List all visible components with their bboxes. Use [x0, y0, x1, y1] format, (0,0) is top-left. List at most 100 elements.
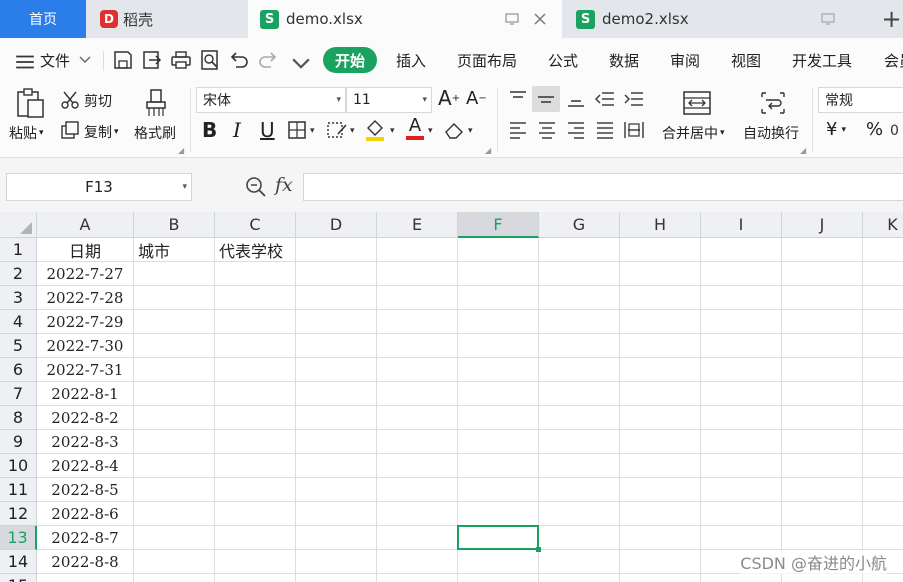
cell-k10[interactable]	[863, 454, 903, 478]
column-header-a[interactable]: A	[37, 212, 134, 238]
cell-f1[interactable]	[458, 238, 539, 262]
cell-a5[interactable]: 2022-7-30	[37, 334, 134, 358]
cell-b4[interactable]	[134, 310, 215, 334]
menu-view[interactable]: 视图	[731, 38, 761, 82]
cell-g10[interactable]	[539, 454, 620, 478]
underline-button[interactable]: U	[260, 118, 275, 142]
tab-demo2-xlsx[interactable]: S demo2.xlsx	[564, 0, 876, 38]
cell-j5[interactable]	[782, 334, 863, 358]
cell-f11[interactable]	[458, 478, 539, 502]
cell-d2[interactable]	[296, 262, 377, 286]
align-center-icon[interactable]	[537, 121, 557, 139]
cell-f12[interactable]	[458, 502, 539, 526]
cell-c15[interactable]	[215, 574, 296, 582]
cell-j2[interactable]	[782, 262, 863, 286]
increase-font-icon[interactable]: A +	[438, 86, 460, 110]
cell-b13[interactable]	[134, 526, 215, 550]
cell-j9[interactable]	[782, 430, 863, 454]
row-header-8[interactable]: 8	[0, 406, 37, 430]
cell-j1[interactable]	[782, 238, 863, 262]
cell-b3[interactable]	[134, 286, 215, 310]
cell-f15[interactable]	[458, 574, 539, 582]
cell-d10[interactable]	[296, 454, 377, 478]
cell-j15[interactable]	[782, 574, 863, 582]
cell-h4[interactable]	[620, 310, 701, 334]
cell-a6[interactable]: 2022-7-31	[37, 358, 134, 382]
cell-a7[interactable]: 2022-8-1	[37, 382, 134, 406]
cell-f6[interactable]	[458, 358, 539, 382]
cell-h13[interactable]	[620, 526, 701, 550]
border-icon[interactable]	[287, 120, 307, 140]
cell-a13[interactable]: 2022-8-7	[37, 526, 134, 550]
cell-e7[interactable]	[377, 382, 458, 406]
column-header-k[interactable]: K	[863, 212, 903, 238]
cut-button[interactable]: 剪切	[84, 91, 112, 111]
cell-h10[interactable]	[620, 454, 701, 478]
cell-f2[interactable]	[458, 262, 539, 286]
cell-c4[interactable]	[215, 310, 296, 334]
format-painter-button[interactable]: 格式刷	[134, 123, 176, 143]
cell-e11[interactable]	[377, 478, 458, 502]
undo-icon[interactable]	[228, 49, 250, 71]
cell-f9[interactable]	[458, 430, 539, 454]
select-all-corner[interactable]	[0, 212, 37, 238]
cell-g2[interactable]	[539, 262, 620, 286]
menu-page-layout[interactable]: 页面布局	[457, 38, 517, 82]
cell-h9[interactable]	[620, 430, 701, 454]
cell-b8[interactable]	[134, 406, 215, 430]
cell-f4[interactable]	[458, 310, 539, 334]
align-middle-button[interactable]	[532, 86, 560, 112]
cell-a9[interactable]: 2022-8-3	[37, 430, 134, 454]
cell-i4[interactable]	[701, 310, 782, 334]
decrease-font-icon[interactable]: A −	[466, 88, 487, 109]
cell-i12[interactable]	[701, 502, 782, 526]
column-header-i[interactable]: I	[701, 212, 782, 238]
cell-a4[interactable]: 2022-7-29	[37, 310, 134, 334]
cell-i6[interactable]	[701, 358, 782, 382]
cell-style-icon[interactable]	[326, 120, 348, 140]
row-header-15[interactable]: 15	[0, 574, 37, 582]
cell-g14[interactable]	[539, 550, 620, 574]
cell-a1[interactable]: 日期	[37, 238, 134, 262]
merge-center-button[interactable]: 合并居中 ▾	[662, 123, 725, 143]
cell-d6[interactable]	[296, 358, 377, 382]
row-header-3[interactable]: 3	[0, 286, 37, 310]
tab-draft[interactable]: D 稻壳	[88, 0, 248, 38]
export-icon[interactable]	[141, 49, 163, 71]
group-launcher-icon[interactable]: ◢	[485, 146, 491, 155]
cell-d4[interactable]	[296, 310, 377, 334]
cell-f10[interactable]	[458, 454, 539, 478]
wrap-text-button[interactable]: 自动换行	[743, 123, 799, 143]
cell-b15[interactable]	[134, 574, 215, 582]
cell-h1[interactable]	[620, 238, 701, 262]
cell-a12[interactable]: 2022-8-6	[37, 502, 134, 526]
cell-e1[interactable]	[377, 238, 458, 262]
cell-k5[interactable]	[863, 334, 903, 358]
cell-d15[interactable]	[296, 574, 377, 582]
paste-button[interactable]: 粘贴 ▾	[9, 123, 44, 143]
menu-file[interactable]: 文件	[40, 38, 92, 82]
cell-c11[interactable]	[215, 478, 296, 502]
chevron-down-icon[interactable]	[290, 53, 312, 75]
cell-b9[interactable]	[134, 430, 215, 454]
cell-k9[interactable]	[863, 430, 903, 454]
cell-a14[interactable]: 2022-8-8	[37, 550, 134, 574]
cell-d14[interactable]	[296, 550, 377, 574]
cell-e2[interactable]	[377, 262, 458, 286]
cell-d1[interactable]	[296, 238, 377, 262]
cell-d11[interactable]	[296, 478, 377, 502]
row-header-13[interactable]: 13	[0, 526, 37, 550]
cell-g3[interactable]	[539, 286, 620, 310]
cell-a11[interactable]: 2022-8-5	[37, 478, 134, 502]
cell-b1[interactable]: 城市	[134, 238, 215, 262]
fill-color-icon[interactable]	[364, 118, 386, 142]
align-right-icon[interactable]	[566, 121, 586, 139]
row-header-9[interactable]: 9	[0, 430, 37, 454]
cell-h2[interactable]	[620, 262, 701, 286]
cell-g4[interactable]	[539, 310, 620, 334]
font-size-select[interactable]: 11 ▾	[346, 87, 432, 113]
cell-e6[interactable]	[377, 358, 458, 382]
save-icon[interactable]	[112, 49, 134, 71]
brush-icon[interactable]	[143, 88, 169, 118]
cell-j12[interactable]	[782, 502, 863, 526]
